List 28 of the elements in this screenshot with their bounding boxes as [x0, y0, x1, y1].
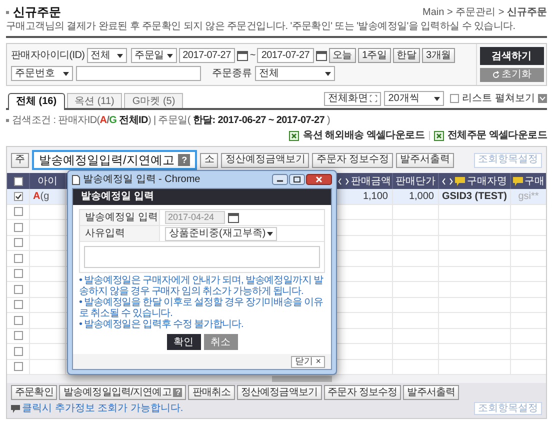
page-title: 신규주문	[13, 4, 61, 21]
range-separator: ~	[250, 49, 256, 63]
hint-text: 클릭시 추가정보 조회가 가능합니다.	[22, 402, 184, 416]
help-icon: ?	[173, 388, 182, 397]
column-header: 구매	[524, 174, 544, 188]
column-header: 판매단가	[396, 174, 436, 188]
field-label: 주문종류	[212, 67, 252, 81]
breadcrumb: Main > 주문관리 > 신규주문	[422, 6, 547, 20]
notice-text: • 발송예정일은 입력후 수정 불가합니다.	[79, 319, 244, 330]
column-header: 구매자명	[467, 174, 507, 188]
help-icon: ?	[178, 154, 190, 166]
popup-heading: 발송예정일 입력	[73, 189, 331, 205]
table-cell-text: 1,000	[408, 190, 434, 204]
table-cell-text: GSID3 (TEST)	[442, 190, 507, 204]
column-header: 판매금액	[351, 174, 391, 188]
field-label: 사유입력	[80, 226, 160, 241]
search-conditions: 검색조건 : 판매자ID(A/G 전체ID) | 주문일( 한달: 2017-06-27 ~ 2017-07-27 )	[12, 114, 330, 128]
table-cell-text: A(g	[33, 190, 50, 204]
page-description: 구매고객님의 결제가 완료된 후 주문확인 되지 않은 주문건입니다. '주문확인' 또는 '발송예정일'을 입력하실 수 있습니다.	[6, 21, 547, 38]
table-cell-text: gsi**	[518, 190, 539, 204]
field-label: 발송예정일 입력	[80, 210, 160, 225]
column-header: 아이	[38, 174, 58, 188]
notice-text: • 발송예정일은 구매자에게 안내가 되며, 발송예정일까지 발송하지 않을 경우 구매자 임의 취소가 가능하게 됩니다.	[79, 275, 324, 297]
field-label: 판매자아이디(ID)	[11, 49, 85, 63]
table-cell-text: 1,100	[362, 190, 388, 204]
notice-text: • 발송예정일을 한달 이후로 설정할 경우 장기미배송을 이유로 취소될 수 있습니다.	[79, 297, 324, 319]
window-title: 발송예정일 입력 - Chrome	[83, 173, 200, 187]
checkbox-label: 리스트 펼쳐보기	[462, 92, 535, 106]
